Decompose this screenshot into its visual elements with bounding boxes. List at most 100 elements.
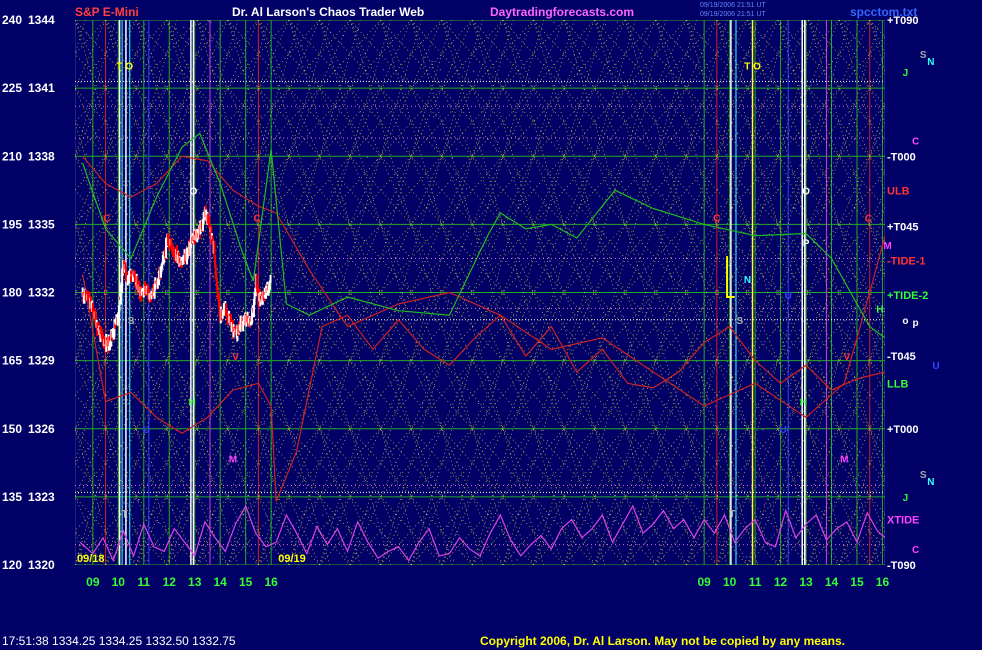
star-dot <box>447 525 449 527</box>
star-dot <box>146 186 148 188</box>
star-dot <box>96 135 98 137</box>
star-dot <box>538 529 540 531</box>
star-dot <box>141 98 143 100</box>
x-tick-label: 13 <box>799 575 813 589</box>
planet-annotation: U <box>785 291 792 302</box>
star-dot <box>292 215 293 217</box>
star-dot <box>608 60 610 62</box>
star-dot <box>866 556 868 558</box>
star-dot <box>154 418 156 420</box>
star-dot <box>466 188 468 190</box>
star-dot <box>544 205 546 207</box>
star-dot <box>512 513 514 515</box>
side-planet-label: C <box>912 545 919 556</box>
star-dot <box>350 77 352 79</box>
star-dot <box>186 160 188 162</box>
star-dot <box>552 243 554 245</box>
star-dot <box>746 556 748 558</box>
star-dot <box>862 65 864 67</box>
lattice-line <box>931 20 982 565</box>
star-dot <box>706 397 708 399</box>
star-dot <box>102 474 104 475</box>
star-dot <box>142 57 144 59</box>
star-dot <box>623 71 625 73</box>
star-dot <box>627 405 629 407</box>
star-dot <box>794 207 796 209</box>
star-dot <box>475 48 477 50</box>
star-dot <box>668 288 670 290</box>
star-dot <box>423 56 425 58</box>
star-dot <box>110 449 111 451</box>
star-dot <box>364 423 366 425</box>
star-dot <box>298 286 300 288</box>
star-dot <box>357 30 358 31</box>
star-dot <box>145 97 147 99</box>
planet-annotation: C <box>254 214 261 225</box>
star-dot <box>322 514 324 516</box>
x-tick-label: 15 <box>850 575 864 589</box>
planet-annotation: H <box>800 398 807 409</box>
star-dot <box>183 414 185 416</box>
x-tick-label: 09 <box>86 575 100 589</box>
star-dot <box>180 197 182 199</box>
star-dot <box>711 172 713 174</box>
star-dot <box>844 432 846 434</box>
star-dot <box>176 452 178 454</box>
star-dot <box>715 94 717 96</box>
star-dot <box>547 440 549 442</box>
y-outer-label: 225 <box>2 81 22 95</box>
y-outer-label: 120 <box>2 558 22 572</box>
star-dot <box>103 232 105 233</box>
star-dot <box>86 32 88 34</box>
star-dot <box>576 97 578 99</box>
star-dot <box>382 69 384 71</box>
star-dot <box>609 493 611 495</box>
star-dot <box>590 376 592 378</box>
star-dot <box>123 501 125 503</box>
star-dot <box>502 249 504 251</box>
y-outer-label: 135 <box>2 490 22 504</box>
star-dot <box>345 202 347 204</box>
star-dot <box>455 179 457 181</box>
star-dot <box>720 205 722 207</box>
lattice-line <box>961 20 982 565</box>
star-dot <box>440 259 442 261</box>
star-dot <box>816 83 818 85</box>
side-planet-label: N <box>927 57 934 68</box>
star-dot <box>238 416 240 418</box>
y-outer-label: 180 <box>2 286 22 300</box>
star-dot <box>284 490 286 492</box>
star-dot <box>354 363 356 365</box>
star-dot <box>233 200 235 202</box>
star-dot <box>402 293 403 295</box>
site-label: Daytradingforecasts.com <box>490 5 635 19</box>
file-label: spcctom.txt <box>850 5 918 19</box>
star-dot <box>808 396 810 398</box>
star-dot <box>676 91 678 93</box>
star-dot <box>634 83 636 85</box>
star-dot <box>449 105 451 107</box>
star-dot <box>348 527 350 528</box>
star-dot <box>852 300 854 302</box>
planet-annotation: P <box>803 239 810 250</box>
star-dot <box>626 372 628 374</box>
y-inner-label: 1338 <box>28 149 55 163</box>
star-dot <box>433 319 435 321</box>
star-dot <box>447 301 449 303</box>
star-dot <box>707 159 709 161</box>
star-dot <box>792 246 794 248</box>
star-dot <box>298 527 300 528</box>
side-planet-label: U <box>932 361 939 372</box>
planet-annotation: S <box>736 316 743 327</box>
star-dot <box>455 533 457 535</box>
star-dot <box>755 539 757 541</box>
star-dot <box>275 152 277 154</box>
lattice-line <box>931 20 982 565</box>
star-dot <box>152 367 154 369</box>
side-planet-label: J <box>903 68 909 79</box>
star-dot <box>662 194 664 196</box>
star-dot <box>208 20 210 22</box>
lattice-line <box>961 20 982 565</box>
star-dot <box>178 417 180 418</box>
y-outer-label: 165 <box>2 354 22 368</box>
